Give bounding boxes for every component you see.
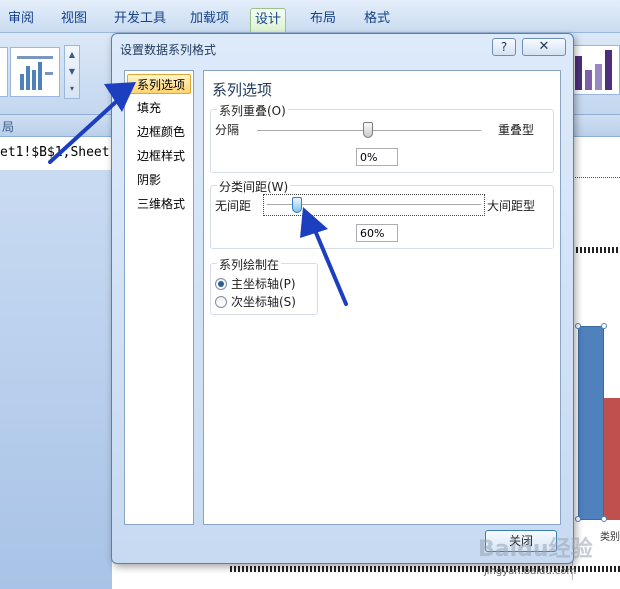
nav-item-shadow[interactable]: 阴影 [127,170,191,190]
category-list: 系列选项 填充 边框颜色 边框样式 阴影 三维格式 [124,70,194,525]
style-preview-bar [605,50,612,90]
gallery-scroll-buttons[interactable]: ▲ ▼ ▾ [64,45,80,99]
tab-format[interactable]: 格式 [360,8,394,32]
help-button[interactable]: ? [492,38,516,56]
chart-bar-series2[interactable] [604,398,620,520]
gap-right-label: 大间距型 [487,199,536,213]
tab-view[interactable]: 视图 [57,8,91,32]
primary-axis-label: 主坐标轴(P) [231,277,296,291]
nav-item-series-options[interactable]: 系列选项 [127,74,191,94]
overlap-right-label: 重叠型 [498,123,535,137]
series-overlap-label: 系列重叠(O) [217,102,288,119]
ribbon-tab-bar: 审阅 视图 开发工具 加载项 设计 布局 格式 [0,0,620,33]
chart-layout-preview-icon [17,56,53,90]
gap-width-label: 分类间距(W) [217,178,291,195]
gap-width-group: 分类间距(W) 无间距 大间距型 [210,178,554,249]
secondary-axis-label: 次坐标轴(S) [231,295,296,309]
options-panel: 系列选项 系列重叠(O) 分隔 重叠型 分类间距(W) 无间距 大间距型 系列绘… [203,70,561,525]
style-preview-bar [585,70,592,90]
watermark-url: jingyan.baidu.com [484,566,577,577]
horizontal-ruler [572,168,620,178]
chevron-down-icon[interactable]: ▼ [65,63,79,80]
close-icon[interactable]: ✕ [522,38,566,56]
nav-item-fill[interactable]: 填充 [127,98,191,118]
section-title: 系列选项 [212,81,273,99]
primary-axis-option[interactable]: 主坐标轴(P) [215,275,296,291]
selection-handle[interactable] [575,516,581,522]
chevron-up-icon[interactable]: ▲ [65,46,79,63]
nav-item-border-style[interactable]: 边框样式 [127,146,191,166]
nav-item-border-color[interactable]: 边框颜色 [127,122,191,142]
gallery-more-icon[interactable]: ▾ [65,80,79,97]
primary-axis-radio[interactable] [215,277,227,290]
tab-addins[interactable]: 加载项 [186,8,233,32]
tab-developer[interactable]: 开发工具 [110,8,170,32]
style-preview-bar [575,56,582,90]
tab-design[interactable]: 设计 [250,8,287,32]
worksheet-background-panel [0,170,112,589]
selection-handle[interactable] [601,323,607,329]
tab-layout[interactable]: 布局 [306,8,340,32]
close-button[interactable]: 关闭 [485,530,557,552]
plot-series-on-group: 系列绘制在 主坐标轴(P) 次坐标轴(S) [210,256,318,315]
gap-width-slider-thumb[interactable] [292,197,302,213]
selection-handle[interactable] [575,323,581,329]
selection-handle[interactable] [601,516,607,522]
series-overlap-slider-thumb[interactable] [363,122,373,138]
chart-category-label: 类别 [600,532,620,543]
gap-width-input[interactable] [356,224,398,242]
style-preview-bar [595,64,602,90]
plot-series-on-label: 系列绘制在 [217,256,282,273]
close-button-label: 关闭 [508,534,533,548]
series-overlap-input[interactable] [356,148,398,166]
overlap-left-label: 分隔 [215,123,240,137]
chart-bar-series1[interactable] [578,326,604,520]
ribbon-group-label: 局 [2,120,15,134]
chart-style-gallery[interactable] [572,45,620,95]
chart-selection-border [572,247,620,253]
format-data-series-dialog: 设置数据系列格式 ? ✕ 系列选项 填充 边框颜色 边框样式 阴影 三维格式 系… [111,33,574,564]
tab-review[interactable]: 审阅 [4,8,38,32]
dialog-title: 设置数据系列格式 [120,43,217,57]
series-overlap-group: 系列重叠(O) 分隔 重叠型 [210,102,554,173]
nav-item-3d-format[interactable]: 三维格式 [127,194,191,214]
secondary-axis-radio[interactable] [215,295,227,308]
chart-layout-thumbnail[interactable] [10,47,60,97]
gap-left-label: 无间距 [215,199,252,213]
secondary-axis-option[interactable]: 次坐标轴(S) [215,293,296,309]
series-formula-text: et1!$B$1,Sheet1 [0,145,118,160]
chart-layout-thumbnail-left[interactable] [0,47,8,97]
